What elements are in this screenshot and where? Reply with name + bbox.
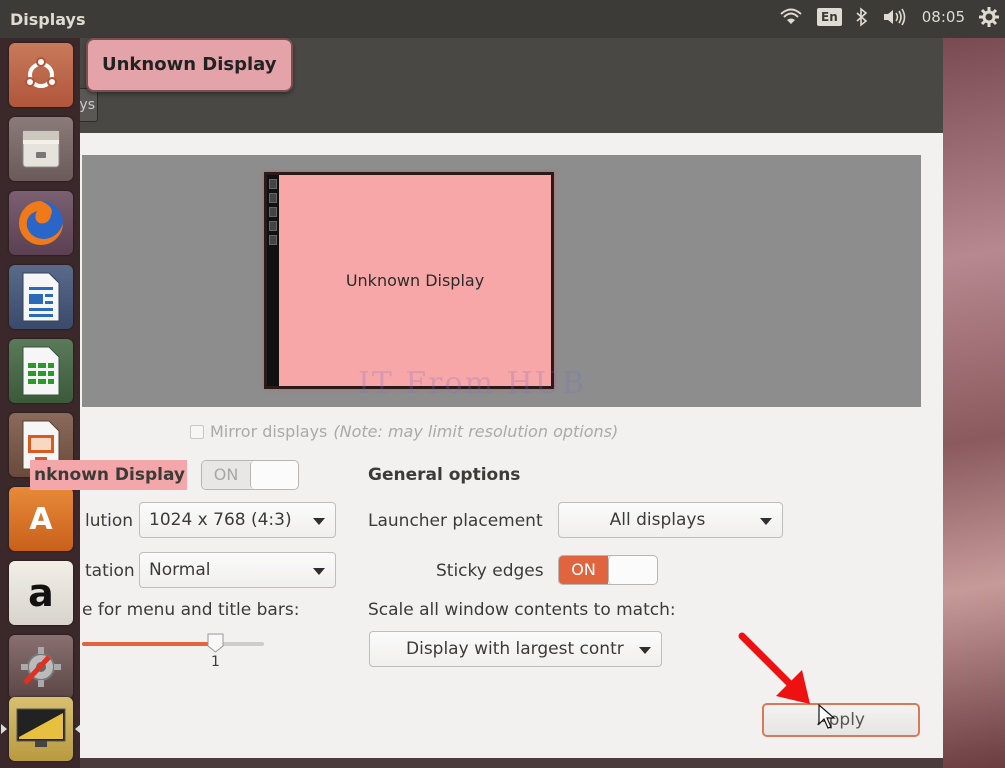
monitor-preview-label: Unknown Display — [345, 271, 485, 290]
rotation-dropdown[interactable]: Normal — [139, 552, 336, 588]
gear-icon[interactable] — [979, 7, 999, 27]
bluetooth-icon[interactable] — [856, 7, 868, 27]
chevron-down-icon — [760, 518, 772, 525]
chevron-down-icon — [313, 518, 325, 525]
mirror-displays-label: Mirror displays — [210, 422, 328, 441]
resolution-dropdown[interactable]: 1024 x 768 (4:3) — [139, 502, 336, 538]
chevron-down-icon — [313, 568, 325, 575]
mirror-displays-note: (Note: may limit resolution options) — [333, 422, 619, 441]
mouse-cursor-icon — [818, 704, 836, 729]
scale-slider-value: 1 — [211, 654, 220, 670]
system-tray: En 08:05 — [779, 7, 999, 27]
sticky-edges-switch[interactable]: ON — [558, 555, 658, 585]
launcher-preview-strip — [267, 175, 279, 386]
ubuntu-software-center-icon[interactable]: A — [9, 487, 73, 551]
launcher-placement-dropdown[interactable]: All displays — [558, 502, 783, 538]
libreoffice-calc-icon[interactable] — [9, 339, 73, 403]
wifi-icon[interactable] — [779, 8, 803, 26]
mirror-displays-checkbox[interactable] — [190, 424, 204, 439]
active-app-indicator-left — [1, 724, 7, 734]
scale-all-dropdown[interactable]: Display with largest contr — [369, 631, 662, 667]
window-bottom-edge — [80, 758, 943, 768]
scale-slider-fill — [82, 642, 217, 646]
display-name-heading: nknown Display — [30, 460, 187, 490]
scale-slider-thumb[interactable] — [207, 633, 224, 653]
general-options-heading: General options — [368, 465, 521, 485]
scale-label: e for menu and title bars: — [82, 600, 300, 620]
firefox-icon[interactable] — [9, 191, 73, 255]
launcher: A a — [0, 38, 81, 768]
keyboard-language-indicator[interactable]: En — [817, 8, 842, 26]
window-title: Displays — [10, 10, 86, 29]
desktop-wallpaper — [943, 38, 1005, 768]
top-panel: Displays En 08:05 — [0, 0, 1005, 38]
displays-icon[interactable] — [9, 697, 73, 761]
scale-all-label: Scale all window contents to match: — [368, 600, 676, 620]
display-power-switch[interactable]: ON — [201, 460, 299, 490]
system-settings-icon[interactable] — [9, 635, 73, 699]
resolution-label: lution — [85, 511, 134, 531]
chevron-down-icon — [639, 647, 651, 654]
all-settings-back-button[interactable]: ys — [80, 88, 98, 122]
libreoffice-writer-icon[interactable] — [9, 265, 73, 329]
red-arrow-annotation — [738, 632, 810, 704]
volume-icon[interactable] — [882, 8, 908, 26]
rotation-label: tation — [85, 561, 135, 581]
launcher-tooltip: Unknown Display — [86, 38, 293, 92]
scale-slider-track[interactable] — [82, 642, 264, 646]
watermark: IT From HUB — [358, 366, 587, 401]
mirror-displays-row: Mirror displays (Note: may limit resolut… — [190, 422, 618, 441]
amazon-icon[interactable]: a — [9, 561, 73, 625]
launcher-placement-label: Launcher placement — [368, 511, 543, 531]
monitor-preview[interactable]: Unknown Display — [264, 172, 554, 389]
files-icon[interactable] — [9, 117, 73, 181]
sticky-edges-label: Sticky edges — [436, 561, 544, 581]
ubuntu-dash-icon[interactable] — [9, 43, 73, 107]
clock[interactable]: 08:05 — [922, 8, 965, 26]
